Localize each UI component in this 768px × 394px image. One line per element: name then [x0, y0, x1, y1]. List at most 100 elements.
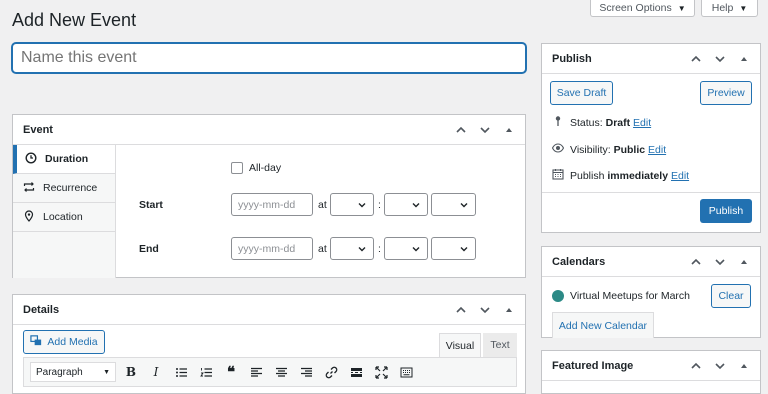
status-label: Status: — [570, 116, 603, 129]
calendar-item[interactable]: Virtual Meetups for March — [552, 290, 690, 302]
numbered-list-icon[interactable] — [196, 362, 216, 382]
status-row: Status: Draft Edit — [552, 115, 651, 130]
help-button[interactable]: Help ▼ — [701, 0, 758, 17]
end-minute-select[interactable] — [384, 237, 428, 260]
move-down-icon[interactable] — [710, 49, 730, 69]
collapse-icon[interactable] — [499, 120, 519, 140]
eye-icon — [551, 142, 565, 157]
repeat-icon — [23, 181, 35, 196]
align-right-icon[interactable] — [296, 362, 316, 382]
caret-down-icon: ▼ — [739, 3, 748, 13]
format-select[interactable]: Paragraph ▼ — [30, 362, 116, 382]
save-draft-label: Save Draft — [556, 87, 607, 99]
align-center-icon[interactable] — [271, 362, 291, 382]
tab-location[interactable]: Location — [13, 203, 115, 232]
pin-icon — [552, 115, 564, 130]
start-at-label: at — [318, 199, 327, 211]
details-box-header: Details — [13, 295, 525, 325]
start-date-input[interactable]: yyyy-mm-dd — [231, 193, 313, 216]
media-icon — [30, 334, 43, 350]
details-box-title: Details — [23, 303, 60, 316]
start-hour-select[interactable] — [330, 193, 374, 216]
tab-recurrence[interactable]: Recurrence — [13, 174, 115, 203]
collapse-icon[interactable] — [734, 252, 754, 272]
add-media-label: Add Media — [47, 336, 98, 348]
move-down-icon[interactable] — [710, 356, 730, 376]
save-draft-button[interactable]: Save Draft — [550, 81, 613, 105]
tab-location-label: Location — [43, 211, 83, 223]
move-down-icon[interactable] — [475, 120, 495, 140]
chevron-down-icon — [460, 202, 468, 207]
calendar-name: Virtual Meetups for March — [570, 290, 691, 302]
align-left-icon[interactable] — [246, 362, 266, 382]
publish-box-title: Publish — [552, 52, 592, 65]
caret-down-icon: ▼ — [677, 3, 686, 13]
visibility-value: Public — [613, 143, 646, 156]
collapse-icon[interactable] — [734, 356, 754, 376]
calendars-box: Calendars Virtual Meetups for March Clea… — [541, 246, 761, 338]
add-new-calendar-tab[interactable]: Add New Calendar — [552, 312, 654, 338]
end-hour-select[interactable] — [330, 237, 374, 260]
status-value: Draft — [605, 116, 631, 129]
bold-icon[interactable]: B — [121, 362, 141, 382]
blockquote-icon[interactable]: ❝ — [221, 362, 241, 382]
tab-text[interactable]: Text — [483, 333, 517, 357]
toolbar-toggle-icon[interactable] — [396, 362, 416, 382]
tab-text-label: Text — [490, 339, 510, 351]
featured-image-box: Featured Image — [541, 350, 761, 394]
all-day-checkbox[interactable] — [231, 162, 243, 174]
format-select-value: Paragraph — [36, 366, 83, 378]
start-label: Start — [139, 199, 163, 211]
tab-duration[interactable]: Duration — [13, 145, 115, 174]
move-up-icon[interactable] — [451, 120, 471, 140]
screen-options-button[interactable]: Screen Options ▼ — [590, 0, 695, 17]
publish-edit-link[interactable]: Edit — [671, 170, 689, 182]
end-colon: : — [378, 243, 381, 255]
move-down-icon[interactable] — [475, 300, 495, 320]
bullet-list-icon[interactable] — [171, 362, 191, 382]
end-ampm-select[interactable] — [431, 237, 476, 260]
visibility-label: Visibility: — [570, 143, 611, 156]
move-up-icon[interactable] — [686, 49, 706, 69]
status-edit-link[interactable]: Edit — [633, 117, 651, 129]
details-box: Details Add Media Visual Text Paragraph … — [12, 294, 526, 394]
link-icon[interactable] — [321, 362, 341, 382]
publish-button-label: Publish — [708, 205, 744, 217]
collapse-icon[interactable] — [499, 300, 519, 320]
start-minute-select[interactable] — [384, 193, 428, 216]
event-name-input[interactable] — [12, 43, 526, 73]
end-at-label: at — [318, 243, 327, 255]
divider — [542, 192, 760, 193]
italic-icon[interactable]: I — [146, 362, 166, 382]
move-up-icon[interactable] — [686, 356, 706, 376]
tab-duration-label: Duration — [45, 153, 89, 165]
chevron-down-icon — [460, 246, 468, 251]
publish-value: immediately — [607, 169, 669, 182]
all-day-label: All-day — [249, 162, 282, 174]
move-down-icon[interactable] — [710, 252, 730, 272]
tab-visual[interactable]: Visual — [439, 333, 481, 357]
publish-button[interactable]: Publish — [700, 199, 752, 223]
end-date-input[interactable]: yyyy-mm-dd — [231, 237, 313, 260]
visibility-edit-link[interactable]: Edit — [648, 144, 666, 156]
location-pin-icon — [23, 209, 35, 225]
publish-box-header: Publish — [542, 44, 760, 74]
calendars-box-header: Calendars — [542, 247, 760, 277]
preview-label: Preview — [707, 87, 745, 99]
preview-button[interactable]: Preview — [700, 81, 752, 105]
end-label: End — [139, 243, 159, 255]
publish-box: Publish Save Draft Preview Status: Draft… — [541, 43, 761, 233]
clear-button[interactable]: Clear — [711, 284, 751, 308]
help-label: Help — [711, 2, 734, 14]
start-ampm-select[interactable] — [431, 193, 476, 216]
start-colon: : — [378, 199, 381, 211]
read-more-icon[interactable] — [346, 362, 366, 382]
calendar-icon — [552, 168, 564, 183]
fullscreen-icon[interactable] — [371, 362, 391, 382]
calendars-box-title: Calendars — [552, 255, 606, 268]
collapse-icon[interactable] — [734, 49, 754, 69]
move-up-icon[interactable] — [451, 300, 471, 320]
add-media-button[interactable]: Add Media — [23, 330, 105, 354]
move-up-icon[interactable] — [686, 252, 706, 272]
end-date-placeholder: yyyy-mm-dd — [238, 242, 296, 255]
